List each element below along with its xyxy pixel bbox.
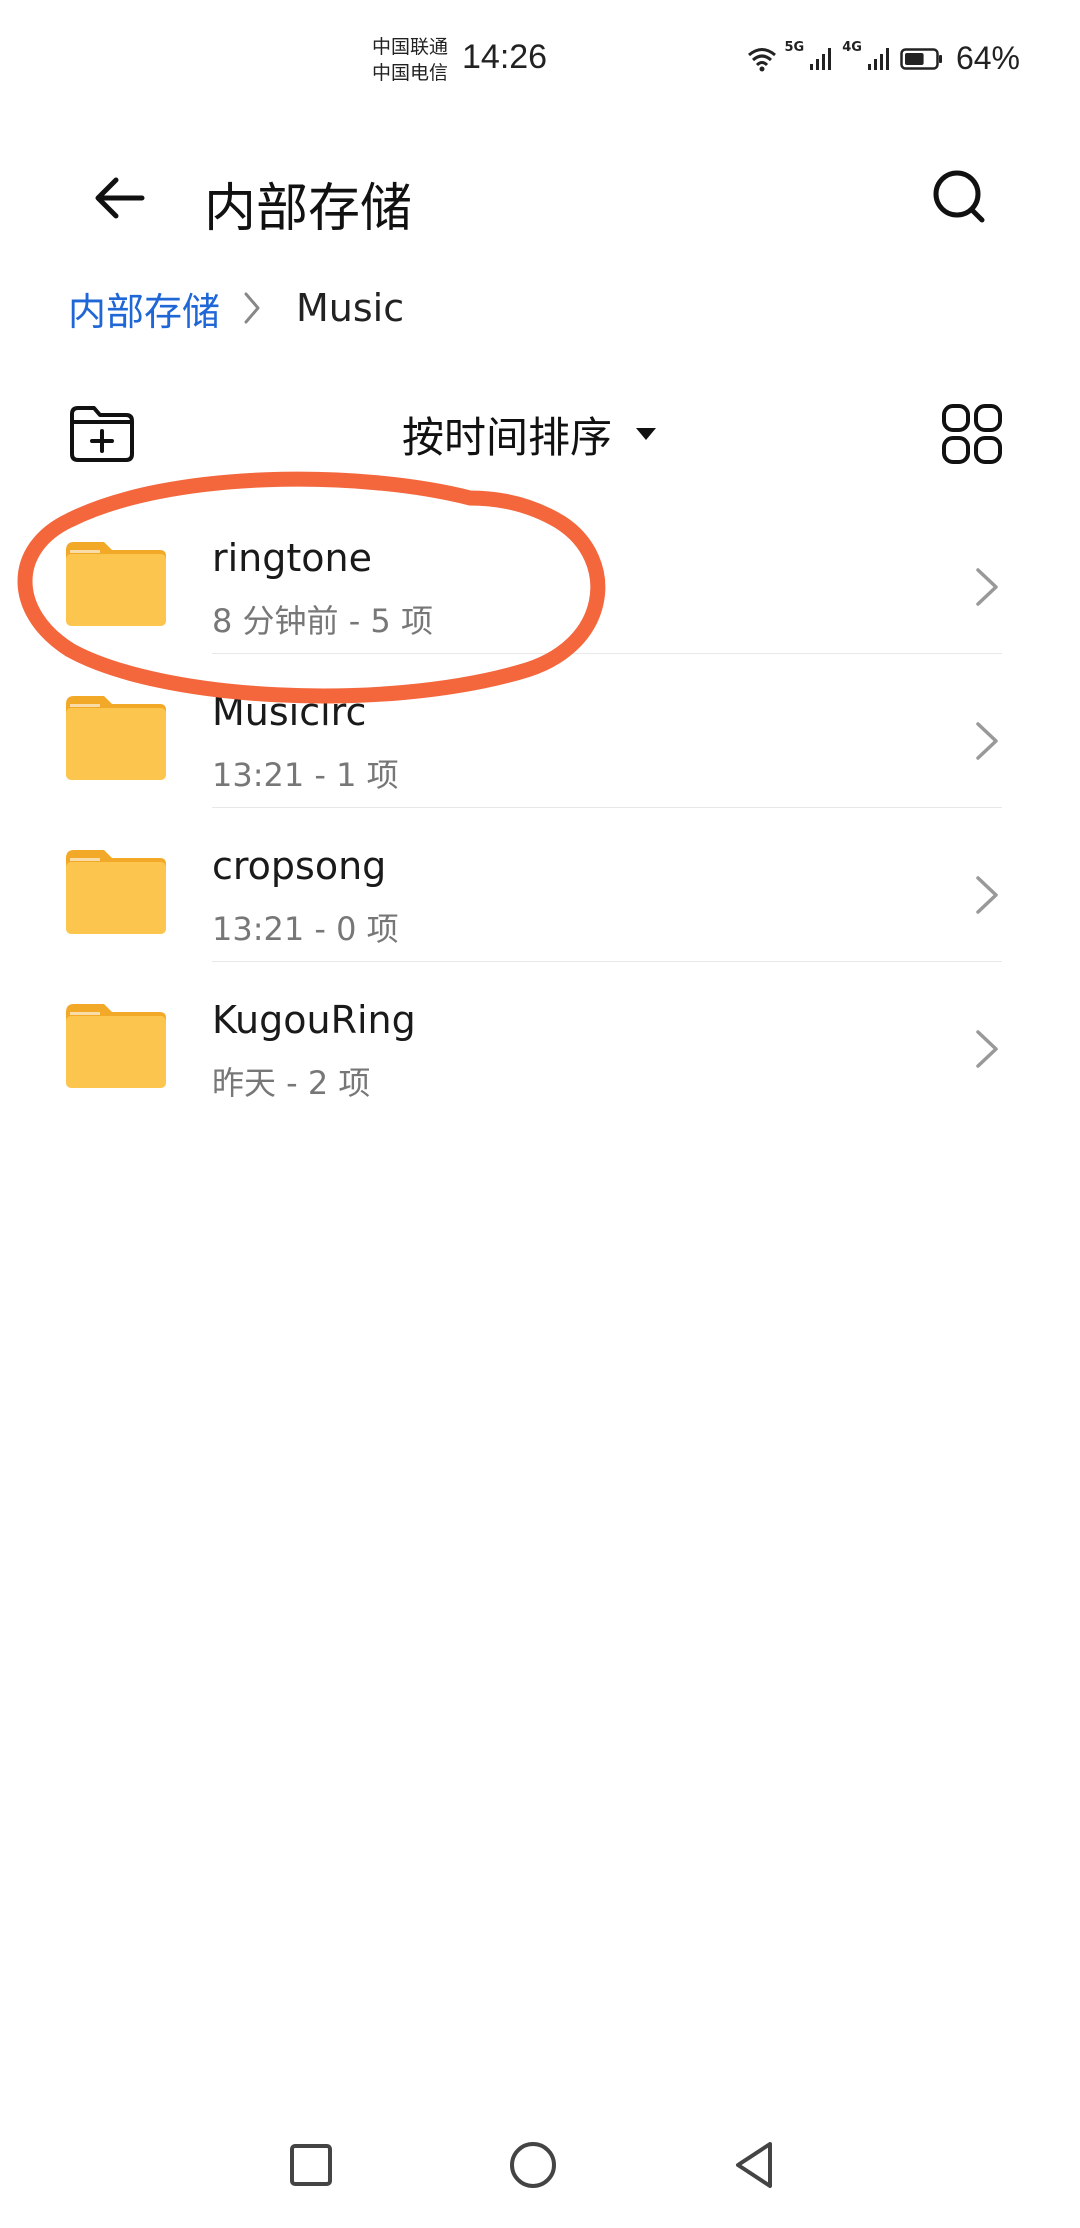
wifi-icon (747, 47, 776, 71)
system-nav-bar (0, 2100, 1080, 2228)
chevron-right-icon (976, 1030, 998, 1068)
toolbar: 按时间排序 (0, 396, 1080, 476)
signal-icon (810, 47, 832, 70)
signal-icon-2 (867, 47, 889, 70)
app-header: 内部存储 (0, 140, 1080, 260)
new-folder-icon (70, 406, 134, 462)
grid-view-button[interactable] (938, 400, 1006, 468)
square-icon (290, 2144, 332, 2186)
folder-row-kugouring[interactable]: KugouRing 昨天 - 2 项 (0, 962, 1080, 1116)
search-icon (933, 170, 985, 223)
chevron-right-icon (976, 568, 998, 606)
folder-row-ringtone[interactable]: ringtone 8 分钟前 - 5 项 (0, 500, 1080, 654)
folder-meta: 13:21 - 0 项 (212, 910, 399, 948)
folder-row-musiclrc[interactable]: Musiclrc 13:21 - 1 项 (0, 654, 1080, 808)
folder-name: cropsong (212, 844, 387, 888)
carrier-2: 中国电信 (372, 62, 449, 84)
folder-name: KugouRing (212, 998, 416, 1042)
folder-meta: 13:21 - 1 项 (212, 756, 399, 794)
search-button[interactable] (910, 148, 1010, 248)
recents-button[interactable] (276, 2130, 346, 2200)
home-button[interactable] (498, 2130, 568, 2200)
circle-icon (510, 2142, 556, 2188)
chevron-right-icon (976, 876, 998, 914)
folder-meta: 昨天 - 2 项 (212, 1064, 371, 1102)
triangle-back-icon (736, 2142, 772, 2188)
battery-icon (900, 47, 942, 70)
folder-name: Musiclrc (212, 690, 367, 734)
status-bar: 中国联通 中国电信 14:26 5G 4G 64% (0, 0, 1080, 120)
back-button[interactable] (84, 158, 164, 238)
folder-meta: 8 分钟前 - 5 项 (212, 602, 433, 640)
folder-icon (66, 1004, 166, 1088)
new-folder-button[interactable] (66, 402, 138, 466)
folder-row-cropsong[interactable]: cropsong 13:21 - 0 项 (0, 808, 1080, 962)
back-nav-button[interactable] (720, 2130, 790, 2200)
carrier-labels: 中国联通 中国电信 (372, 34, 448, 86)
page-title: 内部存储 (204, 179, 413, 239)
carrier-1: 中国联通 (372, 36, 449, 58)
breadcrumb-root[interactable]: 内部存储 (68, 281, 220, 336)
breadcrumb: 内部存储 Music (68, 278, 404, 338)
sort-label: 按时间排序 (402, 412, 613, 462)
folder-name: ringtone (212, 536, 372, 580)
breadcrumb-current: Music (296, 286, 405, 330)
network-4g-label: 4G (842, 40, 862, 55)
grid-view-icon (942, 404, 1002, 464)
battery-percent: 64% (955, 40, 1020, 76)
folder-icon (66, 696, 166, 780)
folder-icon (66, 850, 166, 934)
back-arrow-icon (95, 177, 145, 219)
file-list: ringtone 8 分钟前 - 5 项 Musiclrc 13:21 - 1 … (0, 500, 1080, 1116)
status-time: 14:26 (462, 38, 548, 76)
chevron-right-icon (976, 722, 998, 760)
sort-dropdown[interactable]: 按时间排序 (402, 402, 658, 466)
chevron-right-icon (244, 292, 260, 324)
caret-down-icon (636, 428, 657, 440)
folder-icon (66, 542, 166, 626)
network-5g-label: 5G (784, 40, 805, 55)
system-icons: 5G 4G 64% (747, 40, 1020, 77)
